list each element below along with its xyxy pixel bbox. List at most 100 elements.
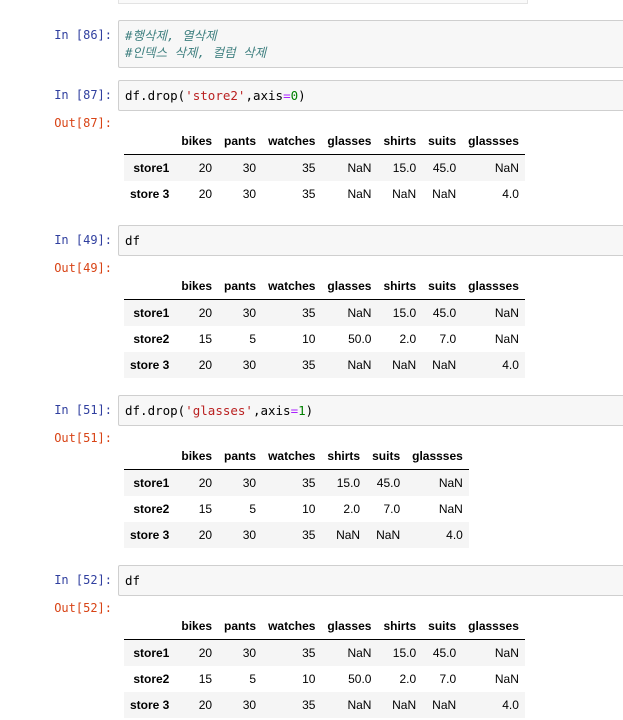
table-cell: NaN — [376, 528, 401, 542]
table-cell: NaN — [336, 528, 361, 542]
column-header: suits — [422, 613, 463, 640]
column-header: bikes — [175, 273, 219, 300]
output-prompt: Out[49]: — [54, 261, 112, 275]
table-cell: 30 — [242, 306, 257, 320]
code-number: 0 — [290, 88, 299, 103]
code-comment: #행삭제, 열삭제 — [125, 28, 217, 43]
index-header — [124, 613, 176, 640]
table-row: store 3 20 30 35 NaN NaN 4.0 — [124, 522, 469, 548]
table-cell: 35 — [302, 161, 316, 175]
code-cell-input[interactable]: df.drop('store2',axis=0) — [118, 80, 623, 111]
input-prompt: In [86]: — [54, 28, 112, 42]
previous-cell-edge — [118, 0, 528, 4]
table-cell: 20 — [198, 306, 213, 320]
table-cell: 35 — [302, 306, 316, 320]
column-header: shirts — [377, 273, 423, 300]
column-header: shirts — [321, 443, 367, 470]
code-cell-input[interactable]: #행삭제, 열삭제 #인덱스 삭제, 컬럼 삭제 — [118, 20, 623, 68]
table-row: store1 20 30 35 NaN 15.0 45.0 NaN — [124, 299, 525, 326]
column-header: pants — [218, 613, 263, 640]
table-cell: NaN — [432, 187, 457, 201]
column-header: pants — [218, 443, 263, 470]
code-text: ,axis — [252, 403, 291, 418]
table-cell: NaN — [494, 672, 519, 686]
table-cell: 5 — [249, 502, 257, 516]
table-row: store1 20 30 35 15.0 45.0 NaN — [124, 469, 469, 496]
code-cell-input[interactable]: df — [118, 565, 623, 596]
table-cell: 45.0 — [376, 476, 401, 490]
code-operator: = — [290, 403, 299, 418]
column-header: watches — [262, 613, 322, 640]
table-cell: 20 — [198, 528, 213, 542]
column-header: glassses — [462, 128, 525, 155]
row-index: store2 — [133, 502, 170, 516]
code-string: 'glasses' — [185, 403, 253, 418]
table-cell: NaN — [432, 358, 457, 372]
table-cell: 30 — [242, 646, 257, 660]
table-cell: 20 — [198, 358, 213, 372]
input-prompt: In [51]: — [54, 403, 112, 417]
table-row: store 3 20 30 35 NaN NaN NaN 4.0 — [124, 692, 525, 718]
table-cell: 15.0 — [392, 161, 417, 175]
table-row: store1 20 30 35 NaN 15.0 45.0 NaN — [124, 154, 525, 181]
table-cell: NaN — [347, 698, 372, 712]
table-cell: 10 — [302, 672, 316, 686]
column-header: glassses — [462, 613, 525, 640]
output-prompt: Out[51]: — [54, 431, 112, 445]
output-prompt: Out[87]: — [54, 116, 112, 130]
code-cell-input[interactable]: df — [118, 225, 623, 256]
table-cell: NaN — [347, 646, 372, 660]
row-index: store 3 — [130, 698, 170, 712]
table-row: store2 15 5 10 2.0 7.0 NaN — [124, 496, 469, 522]
table-row: store 3 20 30 35 NaN NaN NaN 4.0 — [124, 181, 525, 207]
table-cell: NaN — [494, 306, 519, 320]
row-index: store2 — [133, 332, 170, 346]
column-header: glassses — [406, 443, 469, 470]
table-cell: 35 — [302, 187, 316, 201]
row-index: store 3 — [130, 528, 170, 542]
column-header: pants — [218, 273, 263, 300]
input-prompt: In [49]: — [54, 233, 112, 247]
column-header: watches — [262, 128, 322, 155]
input-prompt: In [87]: — [54, 88, 112, 102]
table-cell: 15 — [198, 332, 213, 346]
table-cell: 2.0 — [399, 672, 417, 686]
table-cell: 30 — [242, 187, 257, 201]
dataframe-table: bikes pants watches glasses shirts suits glass… — [124, 613, 525, 718]
column-header: watches — [262, 273, 322, 300]
table-cell: 30 — [242, 476, 257, 490]
code-text: df — [125, 233, 141, 248]
table-cell: 15.0 — [336, 476, 361, 490]
column-header: shirts — [377, 128, 423, 155]
column-header: suits — [422, 128, 463, 155]
column-header: suits — [422, 273, 463, 300]
output-prompt: Out[52]: — [54, 601, 112, 615]
table-cell: 15 — [198, 502, 213, 516]
table-cell: 35 — [302, 476, 316, 490]
table-cell: 30 — [242, 698, 257, 712]
table-cell: NaN — [347, 306, 372, 320]
table-cell: 20 — [198, 476, 213, 490]
row-index: store1 — [133, 306, 170, 320]
column-header: glassses — [462, 273, 525, 300]
code-text: ) — [298, 88, 306, 103]
table-cell: 2.0 — [343, 502, 361, 516]
index-header — [124, 443, 176, 470]
row-index: store1 — [133, 161, 170, 175]
code-text: ) — [305, 403, 314, 418]
column-header: shirts — [377, 613, 423, 640]
table-cell: 20 — [198, 187, 213, 201]
column-header: bikes — [175, 128, 219, 155]
dataframe-table: bikes pants watches shirts suits glassses stor… — [124, 443, 469, 548]
table-cell: NaN — [347, 358, 372, 372]
row-index: store1 — [133, 476, 170, 490]
table-cell: NaN — [438, 502, 463, 516]
column-header: suits — [366, 443, 407, 470]
table-cell: NaN — [494, 646, 519, 660]
code-text: df — [125, 573, 141, 588]
table-cell: NaN — [494, 332, 519, 346]
code-text: ,axis — [245, 88, 284, 103]
code-cell-input[interactable]: df.drop('glasses',axis=1) — [118, 395, 623, 426]
row-index: store 3 — [130, 187, 170, 201]
table-cell: 35 — [302, 646, 316, 660]
